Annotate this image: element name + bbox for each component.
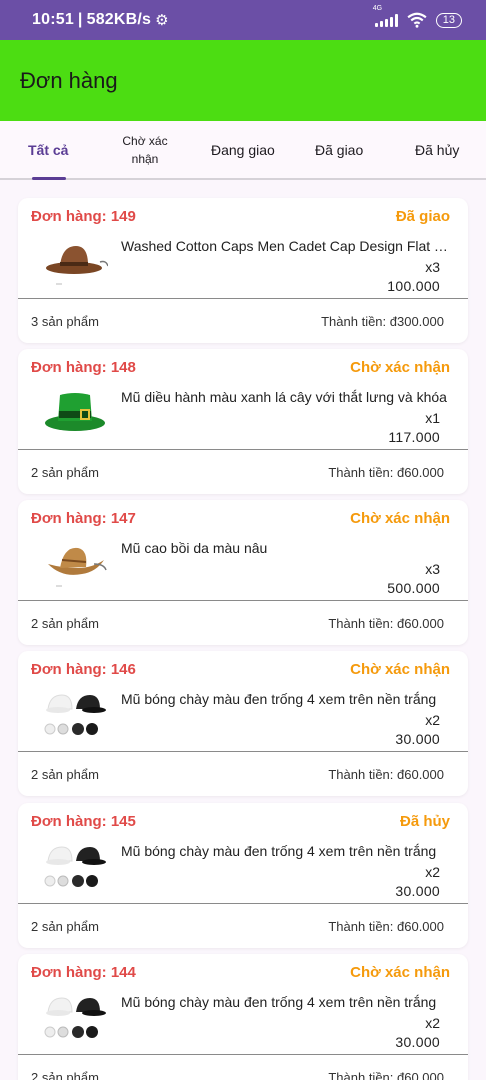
quantity: x2: [425, 712, 440, 728]
divider: [18, 298, 468, 299]
quantity: x3: [425, 259, 440, 275]
clock: 10:51: [32, 11, 74, 28]
order-total: Thành tiền: đ300.000: [321, 314, 444, 329]
tab-delivered[interactable]: Đã giao: [315, 142, 363, 158]
order-id: Đơn hàng: 149: [31, 208, 136, 225]
baseball-caps-icon: [44, 694, 106, 735]
order-id: Đơn hàng: 147: [31, 510, 136, 527]
product-name: Washed Cotton Caps Men Cadet Cap Design …: [121, 238, 448, 254]
product-name: Mũ bóng chày màu đen trống 4 xem trên nề…: [121, 843, 437, 859]
product-name: Mũ bóng chày màu đen trống 4 xem trên nề…: [121, 691, 437, 707]
wifi-icon: [407, 12, 427, 28]
quantity: x3: [425, 561, 440, 577]
order-id: Đơn hàng: 148: [31, 359, 136, 376]
unit-price: 500.000: [387, 580, 440, 596]
order-total: Thành tiền: đ60.000: [328, 616, 444, 631]
product-name: Mũ cao bồi da màu nâu: [121, 540, 268, 556]
tab-pending[interactable]: Chờ xác nhận: [115, 132, 175, 168]
unit-price: 30.000: [395, 1034, 440, 1050]
order-card[interactable]: Đơn hàng: 144 Chờ xác nhận Mũ bóng chày …: [18, 954, 468, 1080]
order-id: Đơn hàng: 145: [31, 813, 136, 830]
status-bar: 10:51 | 582KB/s ⚙ 4G 13: [0, 0, 486, 40]
order-card[interactable]: Đơn hàng: 149 Đã giao Washed Cotton Caps…: [18, 198, 468, 343]
item-count: 3 sản phẩm: [31, 314, 99, 329]
order-total: Thành tiền: đ60.000: [328, 1070, 444, 1080]
quantity: x2: [425, 1015, 440, 1031]
baseball-caps-icon: [44, 846, 106, 887]
unit-price: 117.000: [388, 429, 440, 445]
order-total: Thành tiền: đ60.000: [328, 465, 444, 480]
app-bar: Đơn hàng: [0, 40, 486, 121]
status-left: 10:51 | 582KB/s ⚙: [32, 11, 169, 29]
order-id: Đơn hàng: 144: [31, 964, 136, 981]
order-card[interactable]: Đơn hàng: 145 Đã hủy Mũ bóng chày màu đe…: [18, 803, 468, 948]
network-speed: 582KB/s: [86, 11, 152, 28]
order-card[interactable]: Đơn hàng: 146 Chờ xác nhận Mũ bóng chày …: [18, 651, 468, 796]
product-name: Mũ diều hành màu xanh lá cây với thắt lư…: [121, 389, 447, 405]
quantity: x1: [425, 410, 440, 426]
order-tabs: Tất cả Chờ xác nhận Đang giao Đã giao Đã…: [0, 121, 486, 180]
battery-icon: 13: [435, 12, 462, 28]
order-status: Chờ xác nhận: [350, 510, 450, 527]
network-type: 4G: [372, 5, 383, 12]
page-title: Đơn hàng: [20, 67, 118, 93]
tab-cancelled[interactable]: Đã hủy: [415, 142, 459, 158]
item-count: 2 sản phẩm: [31, 919, 99, 934]
product-name: Mũ bóng chày màu đen trống 4 xem trên nề…: [121, 994, 437, 1010]
item-count: 2 sản phẩm: [31, 465, 99, 480]
tab-shipping[interactable]: Đang giao: [211, 142, 275, 158]
battery-level: 13: [442, 14, 455, 26]
order-status: Chờ xác nhận: [350, 359, 450, 376]
signal-icon: 4G: [373, 5, 398, 27]
item-count: 2 sản phẩm: [31, 616, 99, 631]
green-top-hat-icon: [45, 393, 105, 431]
item-count: 2 sản phẩm: [31, 767, 99, 782]
status-right: 4G 13: [373, 5, 462, 28]
order-id: Đơn hàng: 146: [31, 661, 136, 678]
order-total: Thành tiền: đ60.000: [328, 919, 444, 934]
order-status: Đã hủy: [399, 813, 450, 830]
straw-cowboy-hat-icon: [48, 547, 107, 587]
divider: [18, 449, 468, 450]
divider: [18, 1054, 468, 1055]
divider: [18, 600, 468, 601]
tab-all[interactable]: Tất cả: [28, 142, 68, 158]
item-count: 2 sản phẩm: [31, 1070, 99, 1080]
order-status: Chờ xác nhận: [350, 964, 450, 981]
divider: [18, 903, 468, 904]
order-total: Thành tiền: đ60.000: [328, 767, 444, 782]
quantity: x2: [425, 864, 440, 880]
brown-cowboy-hat-icon: [46, 246, 108, 285]
order-card[interactable]: Đơn hàng: 147 Chờ xác nhận Mũ cao bồi da…: [18, 500, 468, 645]
unit-price: 30.000: [395, 883, 440, 899]
settings-gear-icon: ⚙: [155, 12, 169, 29]
order-status: Đã giao: [395, 208, 450, 225]
order-card[interactable]: Đơn hàng: 148 Chờ xác nhận Mũ diều hành …: [18, 349, 468, 494]
order-status: Chờ xác nhận: [350, 661, 450, 678]
tab-indicator: [32, 177, 66, 180]
divider: [18, 751, 468, 752]
baseball-caps-icon: [44, 997, 106, 1038]
unit-price: 30.000: [395, 731, 440, 747]
unit-price: 100.000: [387, 278, 440, 294]
